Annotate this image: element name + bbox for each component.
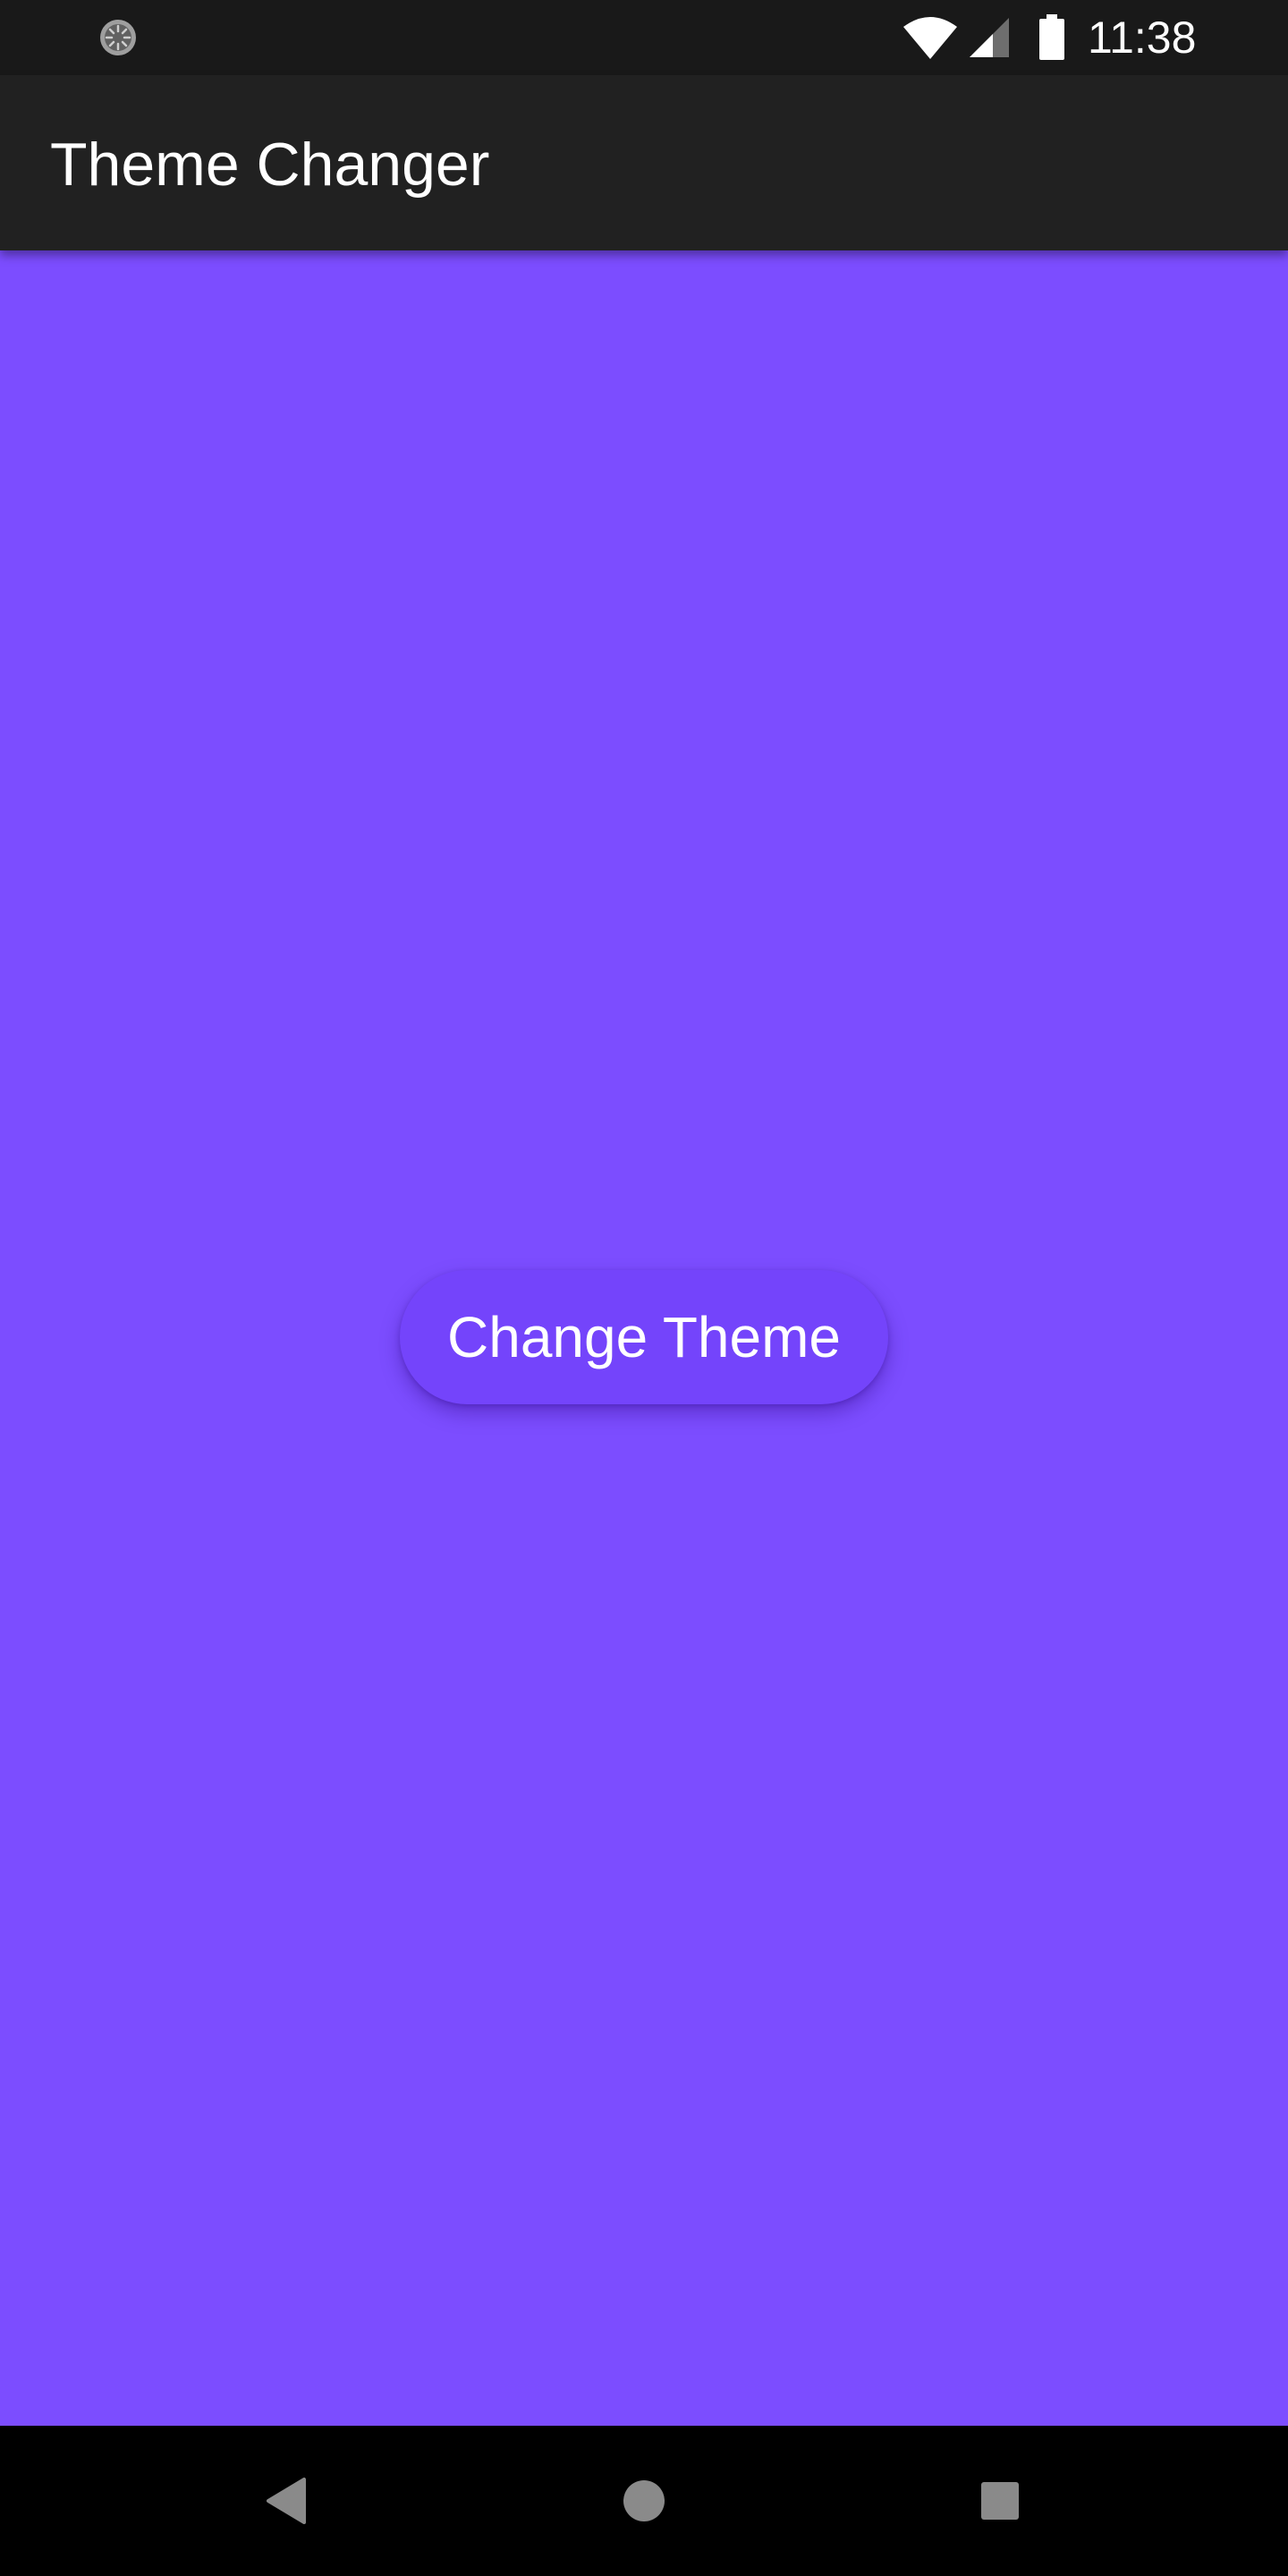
navigation-bar [0,2426,1288,2576]
loading-spinner-icon [98,18,138,57]
app-screen: 11:38 Theme Changer Change Theme [0,0,1288,2576]
main-content: Change Theme [0,250,1288,2426]
app-bar: Theme Changer [0,75,1288,250]
change-theme-button[interactable]: Change Theme [400,1270,888,1404]
signal-icon [968,16,1011,59]
home-icon[interactable] [623,2479,665,2522]
recents-icon[interactable] [980,2481,1020,2521]
status-bar: 11:38 [0,0,1288,75]
back-icon[interactable] [265,2476,308,2526]
app-title: Theme Changer [50,131,490,199]
battery-icon [1038,14,1066,61]
wifi-icon [902,14,959,61]
status-time: 11:38 [1088,13,1197,63]
